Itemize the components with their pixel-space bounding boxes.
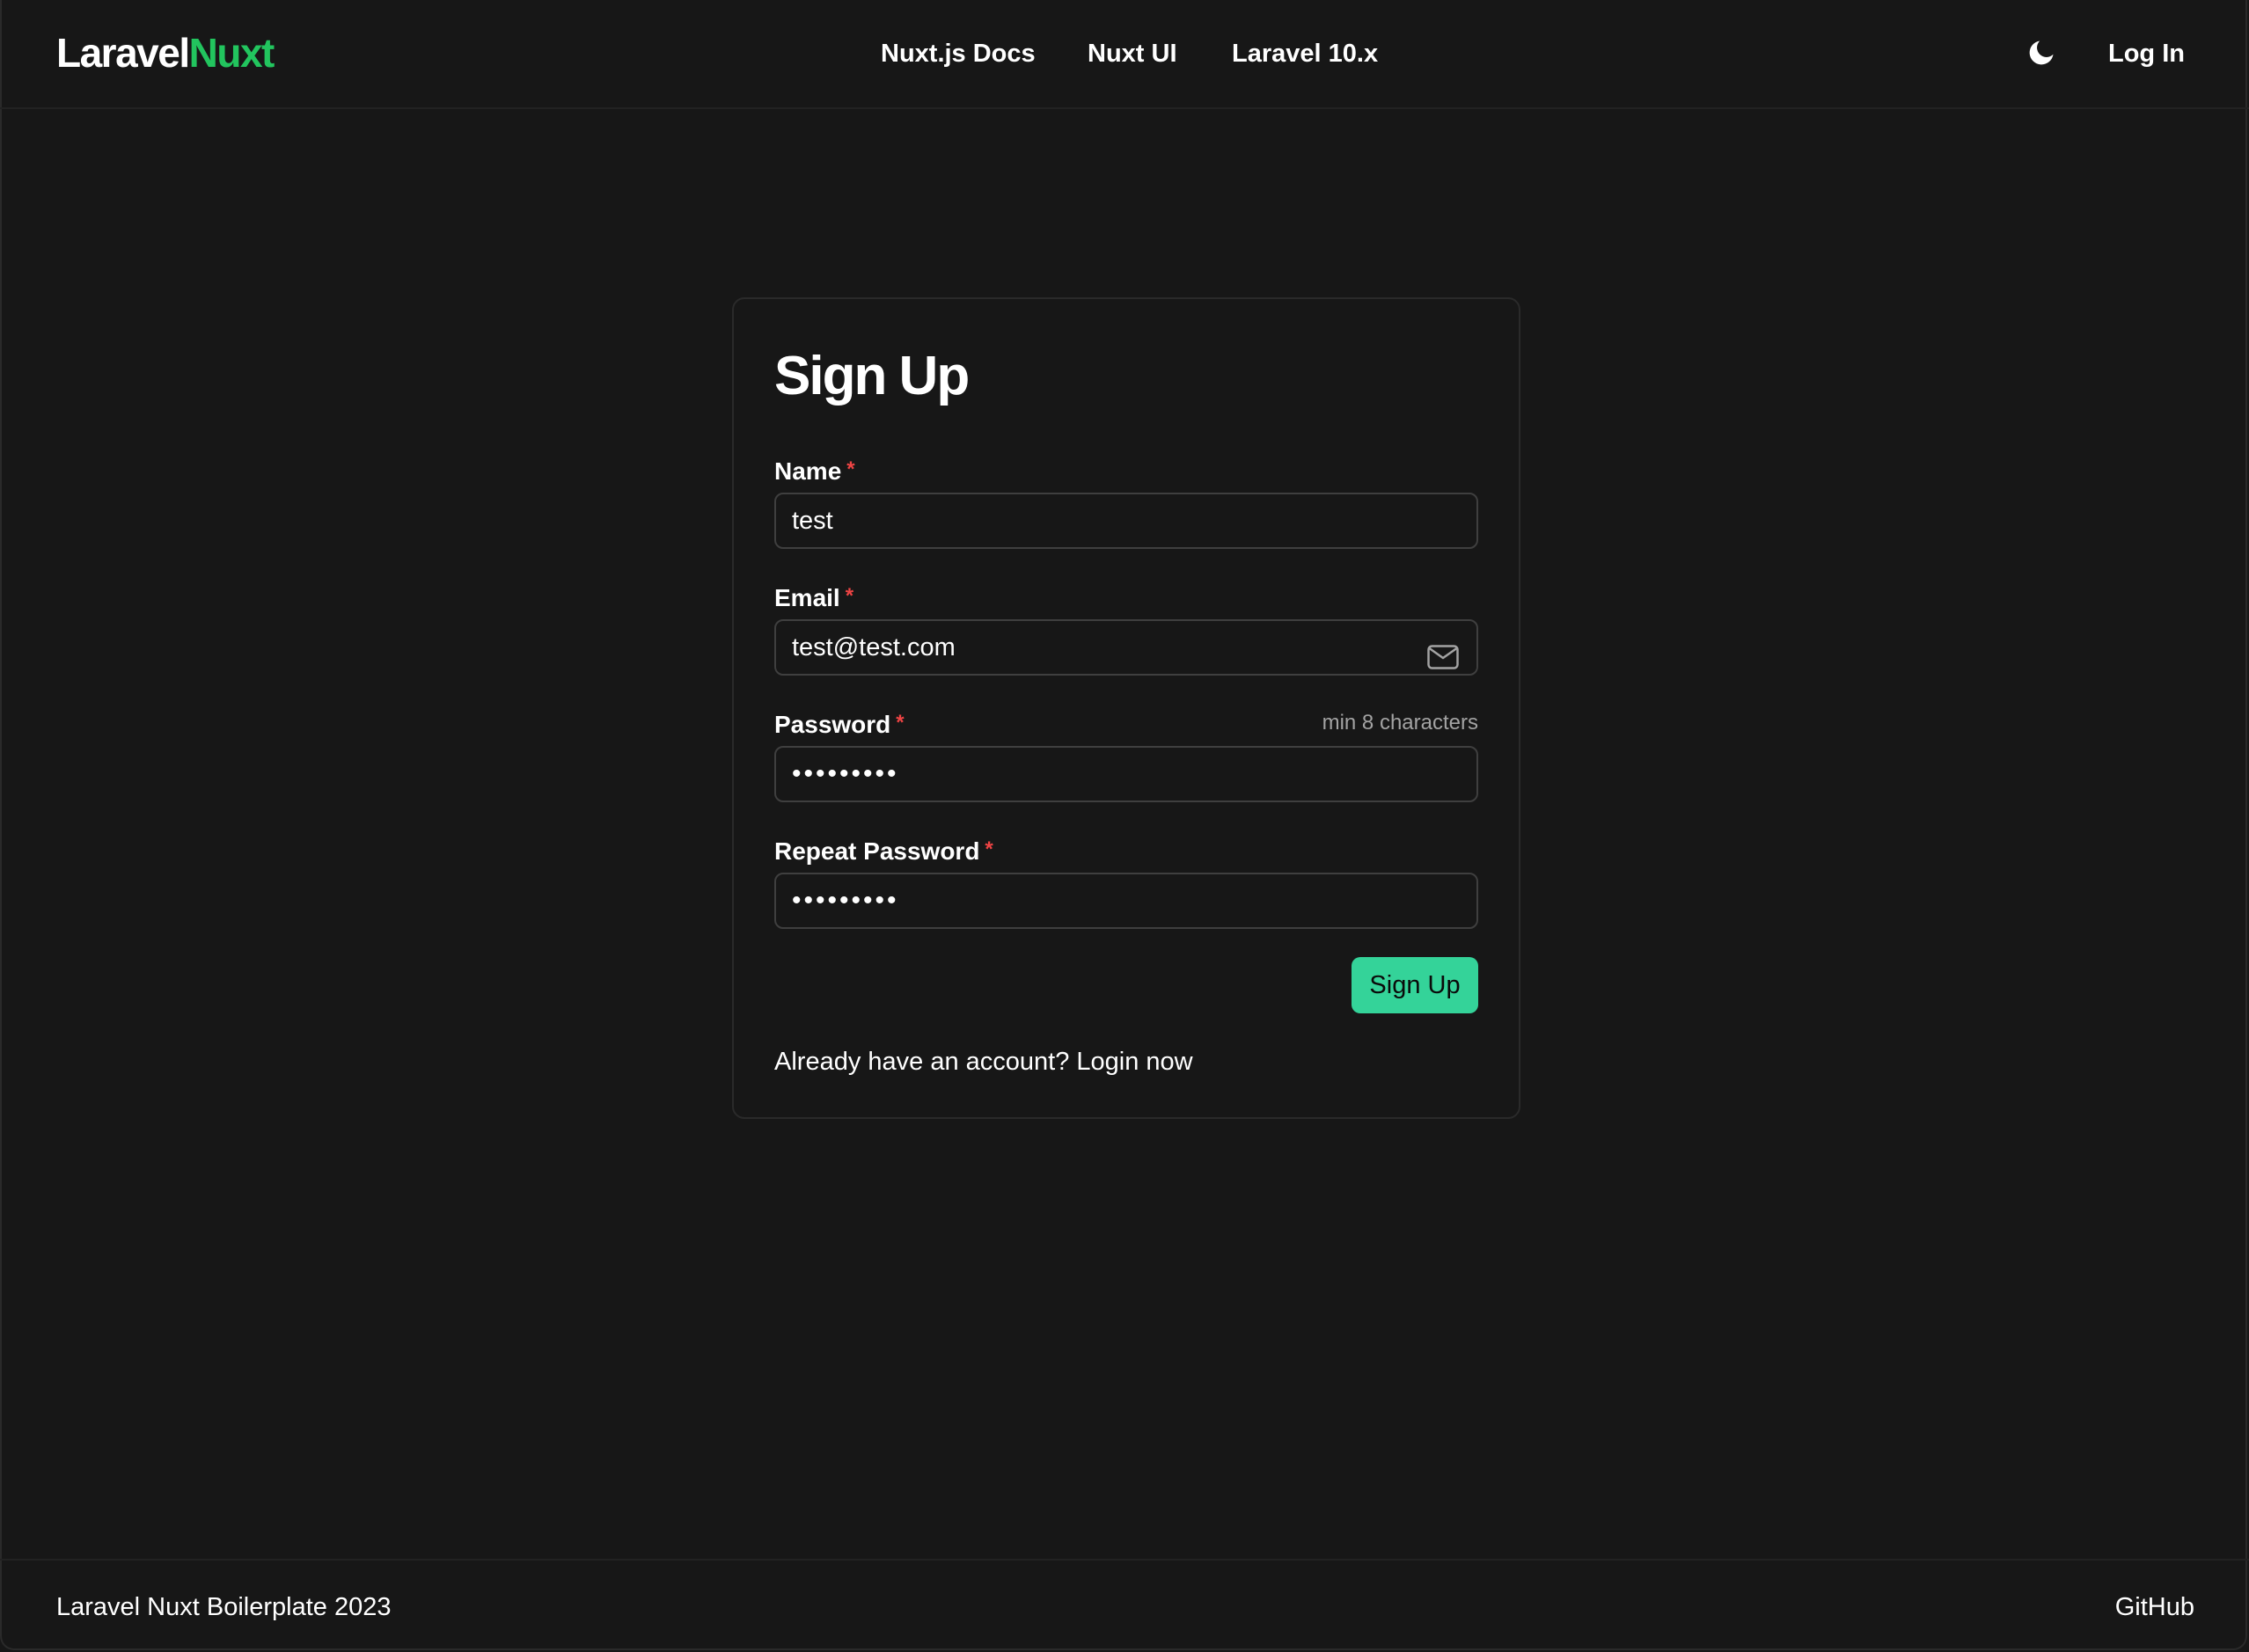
name-input[interactable]: test <box>774 493 1478 549</box>
login-prompt-link[interactable]: Already have an account? Login now <box>774 1043 1193 1080</box>
required-mark: * <box>896 711 905 735</box>
repeat-password-input[interactable]: ••••••••• <box>774 873 1478 929</box>
email-input[interactable]: test@test.com <box>774 619 1478 676</box>
required-mark: * <box>846 457 855 481</box>
logo-text-nuxt: Nuxt <box>188 30 275 76</box>
top-navbar: LaravelNuxt Nuxt.js Docs Nuxt UI Laravel… <box>0 0 2249 109</box>
logo-text-laravel: Laravel <box>56 30 190 76</box>
envelope-icon <box>1427 635 1459 669</box>
password-label: Password * <box>774 705 905 742</box>
name-label: Name * <box>774 452 855 489</box>
name-label-text: Name <box>774 457 842 485</box>
repeat-password-input-value: ••••••••• <box>792 886 899 915</box>
footer-copyright: Laravel Nuxt Boilerplate 2023 <box>56 1593 392 1621</box>
nav-link-nuxt-ui[interactable]: Nuxt UI <box>1088 32 1177 76</box>
repeat-password-label-text: Repeat Password <box>774 837 980 865</box>
email-label-text: Email <box>774 584 840 611</box>
password-input[interactable]: ••••••••• <box>774 746 1478 802</box>
nav-link-laravel[interactable]: Laravel 10.x <box>1232 32 1378 76</box>
login-link[interactable]: Log In <box>2108 32 2185 76</box>
signup-card: Sign Up Name * test Email * test@test.com … <box>732 297 1520 1119</box>
page-title: Sign Up <box>774 346 970 406</box>
name-input-value: test <box>792 507 833 535</box>
moon-icon[interactable] <box>2026 37 2057 69</box>
password-hint: min 8 characters <box>1322 711 1478 735</box>
password-label-text: Password <box>774 711 891 738</box>
github-link[interactable]: GitHub <box>2115 1589 2194 1626</box>
sign-up-button[interactable]: Sign Up <box>1352 957 1478 1013</box>
main-nav: Nuxt.js Docs Nuxt UI Laravel 10.x <box>0 32 2249 76</box>
nav-link-nuxt-docs[interactable]: Nuxt.js Docs <box>881 32 1036 76</box>
required-mark: * <box>985 837 993 861</box>
logo[interactable]: LaravelNuxt <box>56 26 275 79</box>
password-input-value: ••••••••• <box>792 759 899 788</box>
footer: Laravel Nuxt Boilerplate 2023 GitHub <box>0 1559 2249 1650</box>
email-label: Email * <box>774 579 853 616</box>
required-mark: * <box>845 584 854 608</box>
email-input-value: test@test.com <box>792 633 956 662</box>
repeat-password-label: Repeat Password * <box>774 832 993 869</box>
